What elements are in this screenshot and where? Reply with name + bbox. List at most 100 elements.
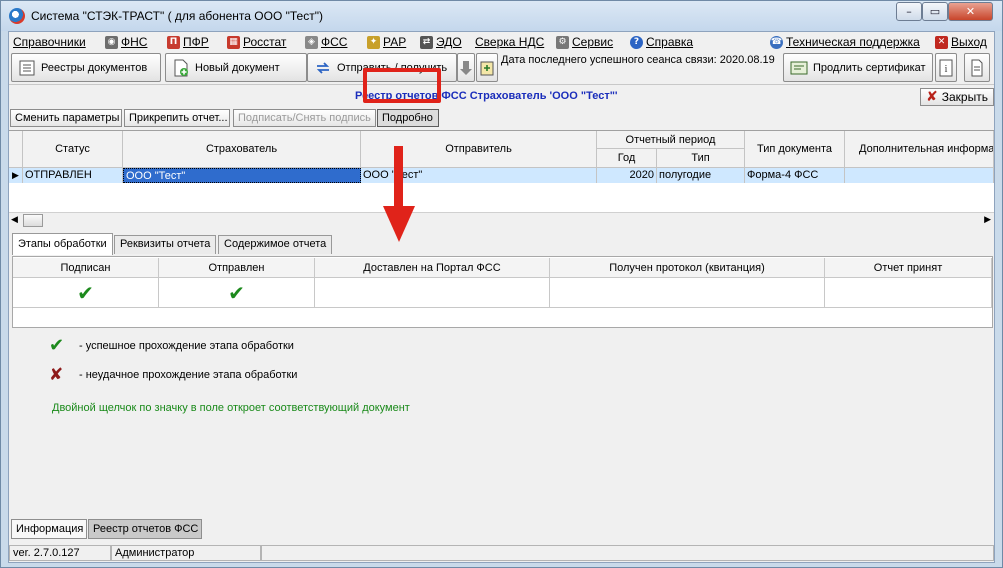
cell-doc-type[interactable]: Форма-4 ФСС (745, 168, 845, 183)
rar-icon: ✦ (367, 35, 380, 49)
cross-icon: ✘ (49, 365, 64, 385)
arrow-down-icon (458, 59, 474, 77)
fss-icon: ◈ (305, 35, 318, 49)
tab-information[interactable]: Информация (11, 519, 87, 539)
menu-rosstat[interactable]: ▦ Росстат (227, 34, 286, 50)
menu-fss[interactable]: ◈ ФСС (305, 34, 347, 50)
column-header-extra-info[interactable]: Дополнительная информация (845, 131, 994, 168)
menu-exit[interactable]: ✕ Выход (935, 34, 987, 50)
registries-button[interactable]: Реестры документов (11, 53, 161, 82)
registry-list-icon (18, 59, 36, 77)
stage-cell-delivered[interactable] (315, 278, 550, 308)
maximize-button[interactable]: ▭ (922, 2, 948, 21)
change-params-button[interactable]: Сменить параметры (10, 109, 122, 127)
window-title: Система "СТЭК-ТРАСТ" ( для абонента ООО … (31, 9, 323, 23)
exit-icon: ✕ (935, 35, 948, 49)
check-icon[interactable]: ✔ (228, 281, 245, 305)
stage-cell-accepted[interactable] (825, 278, 992, 308)
stage-cell-sent[interactable]: ✔ (159, 278, 315, 308)
title-bar[interactable]: Система "СТЭК-ТРАСТ" ( для абонента ООО … (1, 1, 1002, 31)
extend-certificate-button[interactable]: Продлить сертификат (783, 53, 933, 82)
support-icon: ☎ (770, 35, 783, 49)
stage-cell-protocol[interactable] (550, 278, 825, 308)
svg-text:i: i (945, 64, 948, 75)
column-header-doc-type[interactable]: Тип документа (745, 131, 845, 168)
stage-header-delivered: Доставлен на Портал ФСС (315, 258, 550, 278)
info-button[interactable]: i (935, 53, 957, 82)
import-icon (478, 59, 496, 77)
menu-directories[interactable]: Справочники (13, 34, 86, 50)
menu-vat-reconciliation[interactable]: Сверка НДС (475, 34, 544, 50)
column-header-period[interactable]: Отчетный период (597, 131, 745, 149)
column-header-insurer[interactable]: Страхователь (123, 131, 361, 168)
stages-panel: Подписан Отправлен Доставлен на Портал Ф… (12, 256, 993, 328)
table-row[interactable]: ▶ ОТПРАВЛЕН ООО "Тест" ООО "Тест" 2020 п… (9, 168, 994, 183)
app-logo-icon (9, 8, 25, 24)
horizontal-scrollbar[interactable]: ◀ ▶ (9, 212, 994, 227)
bottom-tabs: Информация Реестр отчетов ФСС (9, 518, 994, 540)
stage-header-signed: Подписан (13, 258, 159, 278)
tab-processing-stages[interactable]: Этапы обработки (12, 233, 113, 255)
menu-pfr[interactable]: П ПФР (167, 34, 209, 50)
legend-success: ✔ - успешное прохождение этапа обработки (49, 335, 294, 356)
menu-service[interactable]: ⚙ Сервис (556, 34, 613, 50)
row-indicator-header (9, 131, 23, 168)
row-pointer-icon: ▶ (9, 168, 23, 183)
double-click-hint: Двойной щелчок по значку в поле откроет … (52, 402, 410, 414)
minimize-button[interactable]: – (896, 2, 922, 21)
cell-period-type[interactable]: полугодие (657, 168, 745, 183)
menu-rar[interactable]: ✦ РАР (367, 34, 406, 50)
cell-sender[interactable]: ООО "Тест" (361, 168, 597, 183)
column-header-status[interactable]: Статус (23, 131, 123, 168)
cell-status[interactable]: ОТПРАВЛЕН (23, 168, 123, 183)
new-document-icon (172, 59, 190, 77)
scroll-right-icon[interactable]: ▶ (984, 214, 991, 225)
column-header-type[interactable]: Тип (657, 149, 745, 168)
menu-bar: Справочники ◉ ФНС П ПФР ▦ Росстат ◈ ФСС … (9, 32, 994, 51)
check-icon[interactable]: ✔ (77, 281, 94, 305)
detail-tabs: Этапы обработки Реквизиты отчета Содержи… (9, 233, 994, 255)
legend-failure: ✘ - неудачное прохождение этапа обработк… (49, 365, 298, 385)
document-icon (968, 59, 986, 77)
stage-header-sent: Отправлен (159, 258, 315, 278)
tab-report-contents[interactable]: Содержимое отчета (218, 235, 333, 254)
column-header-year[interactable]: Год (597, 149, 657, 168)
document-view-button[interactable] (964, 53, 990, 82)
stage-header-accepted: Отчет принят (825, 258, 992, 278)
new-document-button[interactable]: Новый документ (165, 53, 307, 82)
stage-cell-signed[interactable]: ✔ (13, 278, 159, 308)
receive-dropdown-button[interactable] (457, 53, 475, 82)
sign-unsign-button[interactable]: Подписать/Снять подпись (233, 109, 376, 127)
attach-report-button[interactable]: Прикрепить отчет... (124, 109, 230, 127)
fns-icon: ◉ (105, 35, 118, 49)
cell-extra-info[interactable] (845, 168, 994, 183)
cell-year[interactable]: 2020 (597, 168, 657, 183)
menu-help[interactable]: ? Справка (630, 34, 693, 50)
menu-fns[interactable]: ◉ ФНС (105, 34, 147, 50)
toolbar: Реестры документов Новый документ Отправ… (9, 51, 994, 85)
pfr-icon: П (167, 35, 180, 49)
edo-icon: ⇄ (420, 35, 433, 49)
import-button[interactable] (476, 53, 498, 82)
close-report-button[interactable]: ✘ Закрыть (920, 88, 994, 106)
app-window: Система "СТЭК-ТРАСТ" ( для абонента ООО … (0, 0, 1003, 568)
gear-icon: ⚙ (556, 35, 569, 49)
tab-fss-registry[interactable]: Реестр отчетов ФСС (88, 519, 202, 539)
details-button[interactable]: Подробно (377, 109, 439, 127)
close-cross-icon: ✘ (926, 89, 938, 105)
close-window-button[interactable]: ✕ (948, 2, 993, 21)
menu-tech-support[interactable]: ☎ Техническая поддержка (770, 34, 920, 50)
info-icon: i (937, 59, 955, 77)
help-icon: ? (630, 35, 643, 49)
last-session-info: Дата последнего успешного сеанса связи: … (501, 54, 775, 66)
sync-arrows-icon (314, 59, 332, 77)
status-version: ver. 2.7.0.127 (9, 545, 111, 561)
scroll-thumb[interactable] (23, 214, 43, 227)
status-bar: ver. 2.7.0.127 Администратор (9, 544, 994, 562)
details-highlight-frame (363, 68, 441, 103)
tab-report-details[interactable]: Реквизиты отчета (114, 235, 217, 254)
menu-edo[interactable]: ⇄ ЭДО (420, 34, 462, 50)
scroll-left-icon[interactable]: ◀ (11, 214, 18, 225)
column-header-sender[interactable]: Отправитель (361, 131, 597, 168)
cell-insurer[interactable]: ООО "Тест" (123, 168, 361, 183)
